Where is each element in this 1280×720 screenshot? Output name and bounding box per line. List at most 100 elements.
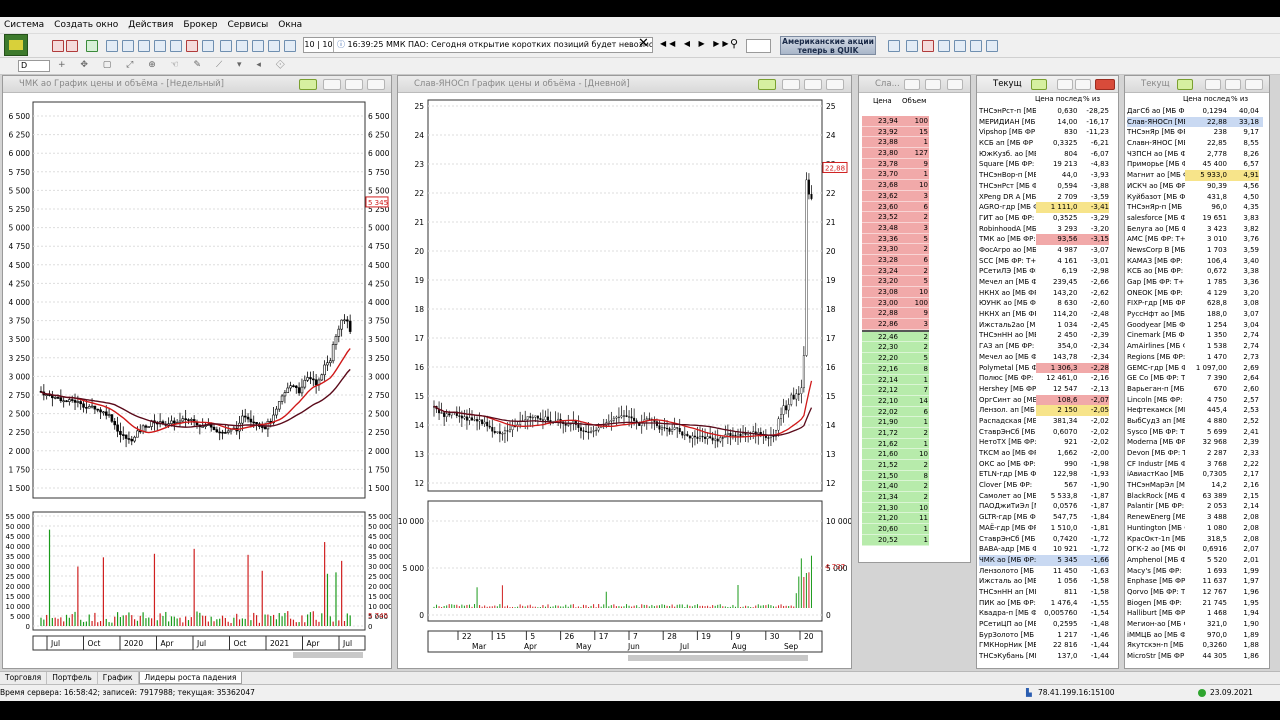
table3-icon[interactable]	[138, 40, 150, 52]
ask-row[interactable]: 23,94 100	[862, 116, 929, 127]
close-ticker-icon[interactable]: ✕	[638, 37, 649, 50]
menu-broker[interactable]: Брокер	[183, 20, 217, 30]
ask-row[interactable]: 22,88 9	[862, 308, 929, 320]
table-row[interactable]: ДагСб ао [МБ ФР 0,1294 40,04	[1127, 106, 1263, 117]
table-row[interactable]: ВыбСуд3 ап [МБ 4 880 2,52	[1127, 416, 1263, 427]
ask-row[interactable]: 23,88 1	[862, 137, 929, 149]
bid-row[interactable]: 22,02 6	[862, 406, 929, 418]
export-icon[interactable]	[922, 40, 934, 52]
table-row[interactable]: Regions [МБ ФР: 1 470 2,73	[1127, 352, 1263, 363]
close-button[interactable]	[1245, 79, 1263, 90]
table-row[interactable]: Куйбазот [МБ ФР 431,8 4,50	[1127, 192, 1263, 203]
menu-services[interactable]: Сервисы	[228, 20, 269, 30]
bid-row[interactable]: 22,30 2	[862, 342, 929, 354]
table-row[interactable]: AmAirlines [МБ Ф 1 538 2,74	[1127, 341, 1263, 352]
table-row[interactable]: Лензол. ап [МБ Ф2 150-2,05	[979, 405, 1109, 416]
table-row[interactable]: iАвиастКао [МБ 0,7305 2,17	[1127, 469, 1263, 480]
table-row[interactable]: НетоТХ [МБ ФР: 921 -2,02	[979, 437, 1109, 448]
ask-row[interactable]: 23,60 6	[862, 201, 929, 213]
table-row[interactable]: iММЦБ ао [МБ ФР 970,0 1,89	[1127, 630, 1263, 641]
table-row[interactable]: Ижсталь2ао [МБ 1 034 -2,45	[979, 320, 1109, 331]
minimize-button[interactable]	[1205, 79, 1221, 90]
close-button[interactable]	[1095, 79, 1115, 90]
info-icon[interactable]	[220, 40, 232, 52]
sort-icon[interactable]	[1031, 79, 1047, 90]
table-row[interactable]: ОКС ао [МБ ФР: 990 -1,98	[979, 459, 1109, 470]
table-row[interactable]: СтаврЭнСб [МБ 0,7420 -1,72	[979, 534, 1109, 545]
table-row[interactable]: Cinemark [МБ ФР 1 350 2,74	[1127, 330, 1263, 341]
bid-row[interactable]: 22,16 8	[862, 363, 929, 375]
table-row[interactable]: Магнит ао [МБ Ф5 933,0 4,91	[1127, 170, 1263, 181]
bid-row[interactable]: 21,62 1	[862, 438, 929, 450]
ask-row[interactable]: 23,80 127	[862, 148, 929, 159]
menu-new-window[interactable]: Создать окно	[54, 20, 118, 30]
ask-row[interactable]: 22,86 3	[862, 319, 929, 330]
print-icon[interactable]	[888, 40, 900, 52]
ask-row[interactable]: 23,30 2	[862, 244, 929, 255]
table-row[interactable]: ЧЗПСН ао [МБ Ф 2,778 8,26	[1127, 149, 1263, 160]
table-row[interactable]: Goodyear [МБ ФР 1 254 3,04	[1127, 320, 1263, 331]
table-row[interactable]: ПИК ао [МБ ФР: 1 476,4 -1,55	[979, 598, 1109, 609]
bid-row[interactable]: 21,72 2	[862, 427, 929, 439]
table-row[interactable]: ТНСэнРст [МБ Ф 0,594 -3,88	[979, 181, 1109, 192]
table-row[interactable]: ТНСэнМарЭл [МБ 14,2 2,16	[1127, 480, 1263, 491]
settings-icon[interactable]	[268, 40, 280, 52]
table-row[interactable]: CF Industr [МБ ФР 3 768 2,22	[1127, 459, 1263, 470]
hand-icon[interactable]	[252, 40, 264, 52]
table-row[interactable]: Мечел ап [МБ Ф 239,45 -2,66	[979, 277, 1109, 288]
bid-row[interactable]: 22,12 7	[862, 385, 929, 396]
import-icon[interactable]	[938, 40, 950, 52]
scissors-icon[interactable]	[66, 40, 78, 52]
table-row[interactable]: Qorvo [МБ ФР: Т 12 767 1,96	[1127, 587, 1263, 598]
table-row[interactable]: ОГК-2 ао [МБ ФР 0,6916 2,07	[1127, 544, 1263, 555]
ask-row[interactable]: 23,36 5	[862, 233, 929, 245]
table-row[interactable]: ЮУНК ао [МБ Ф 8 630 -2,60	[979, 298, 1109, 309]
table-row[interactable]: Славн-ЯНОС [МБ 22,85 8,55	[1127, 138, 1263, 149]
ask-row[interactable]: 23,20 5	[862, 276, 929, 287]
ask-row[interactable]: 23,70 1	[862, 169, 929, 181]
table-row[interactable]: КСБ ао [МБ ФР: 0,672 3,38	[1127, 266, 1263, 277]
maximize-button[interactable]	[345, 79, 363, 90]
table-row[interactable]: Halliburt [МБ ФР 1 468 1,94	[1127, 608, 1263, 619]
db-icon[interactable]	[954, 40, 966, 52]
table-row[interactable]: GLTR-гдр [МБ ФР 547,75 -1,84	[979, 512, 1109, 523]
table-row[interactable]: МАЁ-гдр [МБ ФР 1 510,0 -1,81	[979, 523, 1109, 534]
table-row[interactable]: Hershey [МБ ФР 12 547 -2,13	[979, 384, 1109, 395]
table-row[interactable]: Нефтекамск [МБ 445,4 2,53	[1127, 405, 1263, 416]
new-window-icon[interactable]	[86, 40, 98, 52]
table-row[interactable]: Biogen [МБ ФР: 21 745 1,95	[1127, 598, 1263, 609]
table-row[interactable]: ONEOK [МБ ФР: 4 129 3,20	[1127, 288, 1263, 299]
bid-row[interactable]: 22,46 2	[862, 331, 929, 343]
link-icon[interactable]	[758, 79, 776, 90]
table-row[interactable]: GEMC-гдр [МБ ФР 1 097,00 2,69	[1127, 363, 1263, 374]
table-row[interactable]: Лензолото [МБ Ф 11 450 -1,63	[979, 566, 1109, 577]
ask-row[interactable]: 23,68 10	[862, 180, 929, 191]
table-row[interactable]: RobinhoodA [МБ 3 293 -3,20	[979, 224, 1109, 235]
table-row[interactable]: ТНСэнНН ап [МБ 811 -1,58	[979, 587, 1109, 598]
tab-leaders[interactable]: Лидеры роста падения	[138, 672, 243, 684]
table-row[interactable]: ТНСэнЯр [МБ ФР 238 9,17	[1127, 127, 1263, 138]
search-icon[interactable]: ⚲	[730, 37, 738, 50]
interval-select[interactable]: D	[18, 60, 50, 72]
table-row[interactable]: Распадская [МБ 381,34 -2,02	[979, 416, 1109, 427]
tab-portfolio[interactable]: Портфель	[47, 672, 98, 684]
bid-row[interactable]: 21,34 2	[862, 492, 929, 503]
table-row[interactable]: ГМКНорНик [МБ 22 816 -1,44	[979, 640, 1109, 651]
close-button[interactable]	[367, 79, 385, 90]
table-row[interactable]: ВАВА-адр [МБ ФР 10 921 -1,72	[979, 544, 1109, 555]
table-row[interactable]: Enphase [МБ ФР: 11 637 1,97	[1127, 576, 1263, 587]
table4-icon[interactable]	[154, 40, 166, 52]
table-row[interactable]: Полюс [МБ ФР: 12 461,0 -2,16	[979, 373, 1109, 384]
table-row[interactable]: РСетиЦП ао [МБ 0,2595 -1,48	[979, 619, 1109, 630]
minimize-button[interactable]	[904, 79, 920, 90]
table-row[interactable]: Мечел ао [МБ Ф 143,78 -2,34	[979, 352, 1109, 363]
table2-icon[interactable]	[122, 40, 134, 52]
table-icon[interactable]	[106, 40, 118, 52]
table-row[interactable]: ТНСэнРст-п [МБ 0,630 -28,25	[979, 106, 1109, 117]
table-row[interactable]: BlackRock [МБ ФР 63 389 2,15	[1127, 491, 1263, 502]
table-row[interactable]: Palantir [МБ ФР: 2 053 2,14	[1127, 501, 1263, 512]
table-row[interactable]: NewsCorp B [МБ 1 703 3,59	[1127, 245, 1263, 256]
table-row[interactable]: ПАОДжиТиЭл [МБ 0,0576 -1,87	[979, 501, 1109, 512]
link-icon[interactable]	[299, 79, 317, 90]
table-row[interactable]: SCC [МБ ФР: Т+ 4 161 -3,01	[979, 256, 1109, 267]
